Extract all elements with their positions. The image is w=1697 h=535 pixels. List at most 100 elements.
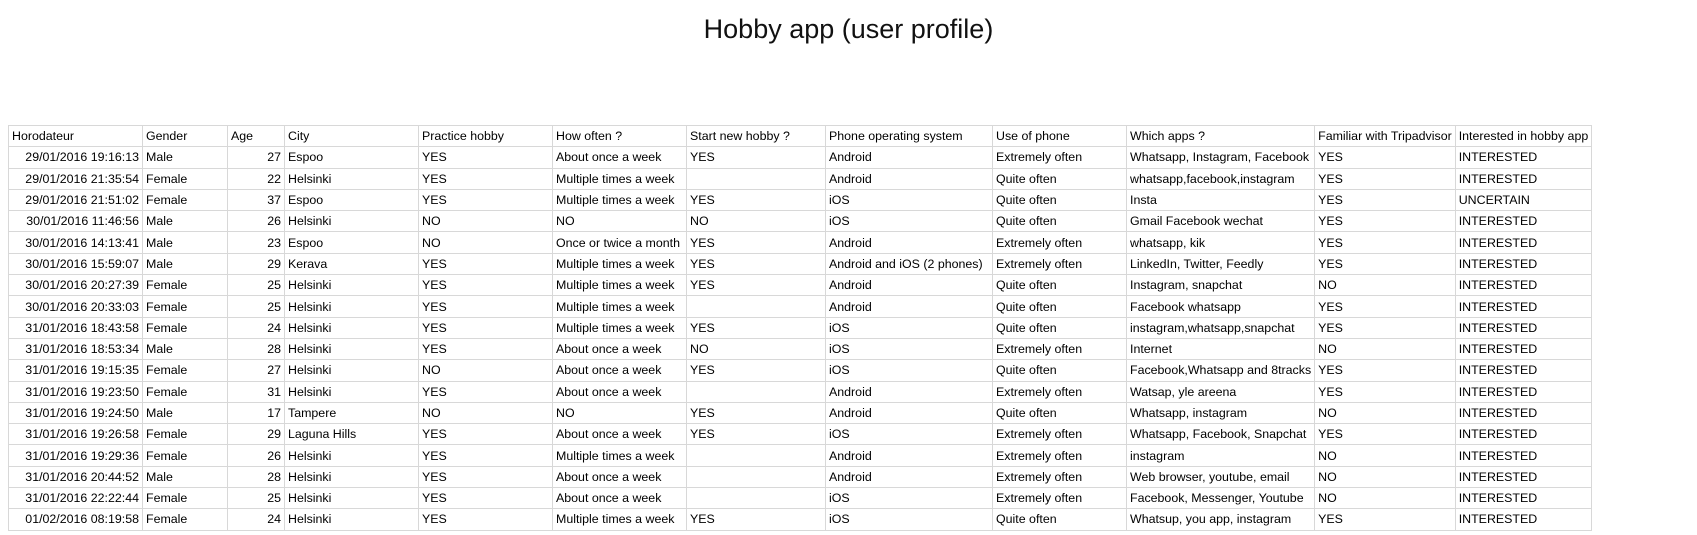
table-cell: Quite often — [992, 316, 1127, 339]
table-cell: Multiple times a week — [552, 295, 687, 318]
table-row: 31/01/2016 19:26:58 Female 29 Laguna Hills Y… — [8, 423, 1593, 446]
table-cell: Facebook,Whatsapp and 8tracks — [1125, 359, 1316, 382]
table-cell: NO — [418, 231, 553, 254]
table-cell: Quite often — [992, 401, 1127, 425]
table-cell: NO — [1314, 465, 1456, 489]
table-cell: Female — [142, 359, 228, 382]
table-cell: 28 — [227, 465, 285, 489]
table-cell: 25 — [227, 295, 285, 318]
table-cell: Female — [142, 508, 228, 531]
table-cell: 30/01/2016 20:33:03 — [8, 295, 143, 318]
table-row: 30/01/2016 15:59:07 Male 29 Kerava YES Multip… — [8, 252, 1593, 276]
table-cell: whatsapp,facebook,instagram — [1125, 167, 1316, 190]
table-cell: Helsinki — [284, 295, 419, 318]
table-cell — [686, 487, 826, 510]
table-cell: Helsinki — [284, 444, 419, 467]
table-cell: NO — [418, 401, 553, 425]
table-cell: YES — [686, 231, 826, 254]
table-cell: Android — [825, 167, 993, 190]
table-cell: YES — [686, 146, 826, 169]
table-cell: Laguna Hills — [284, 423, 419, 446]
table-cell: YES — [686, 359, 826, 382]
table-cell: 17 — [227, 401, 285, 425]
table-row: 30/01/2016 20:27:39 Female 25 Helsinki YES Mu… — [8, 274, 1593, 297]
table-cell: Extremely often — [992, 423, 1127, 446]
table-cell: NO — [552, 210, 687, 233]
table-cell: 27 — [227, 146, 285, 169]
table-cell: INTERESTED — [1454, 444, 1593, 467]
table-cell: INTERESTED — [1454, 146, 1593, 169]
table-cell: Multiple times a week — [552, 167, 687, 190]
table-cell: YES — [418, 316, 553, 339]
table-cell: Female — [142, 380, 228, 403]
table-cell: YES — [686, 252, 826, 276]
table-cell: NO — [1314, 274, 1456, 297]
column-header: Which apps ? — [1125, 124, 1316, 148]
table-cell: iOS — [825, 508, 993, 531]
table-cell: YES — [418, 188, 553, 212]
column-header: Interested in hobby app — [1454, 124, 1593, 148]
table-cell: Quite often — [992, 508, 1127, 531]
table-cell: 31/01/2016 22:22:44 — [8, 487, 143, 510]
table-row: 31/01/2016 19:15:35 Female 27 Helsinki NO Abo… — [8, 359, 1593, 382]
table-cell: Web browser, youtube, email — [1125, 465, 1316, 489]
table-cell: YES — [686, 274, 826, 297]
table-cell: YES — [418, 508, 553, 531]
table-cell: Facebook, Messenger, Youtube — [1125, 487, 1316, 510]
table-cell: iOS — [825, 423, 993, 446]
table-row: 30/01/2016 14:13:41 Male 23 Espoo NO Once or … — [8, 231, 1593, 254]
table-cell: 01/02/2016 08:19:58 — [8, 508, 143, 531]
table-cell: Watsap, yle areena — [1125, 380, 1316, 403]
table-cell: iOS — [825, 316, 993, 339]
table-cell: NO — [686, 337, 826, 361]
table-cell: YES — [418, 274, 553, 297]
column-header: Familiar with Tripadvisor — [1314, 124, 1456, 148]
table-cell: UNCERTAIN — [1454, 188, 1593, 212]
table-cell: Insta — [1125, 188, 1316, 212]
column-header: Use of phone — [992, 124, 1127, 148]
table-cell: NO — [1314, 444, 1456, 467]
table-row: 30/01/2016 11:46:56 Male 26 Helsinki NO NO NO i… — [8, 210, 1593, 233]
page-title: Hobby app (user profile) — [703, 14, 994, 44]
table-cell: iOS — [825, 188, 993, 212]
table-cell: instagram — [1125, 444, 1316, 467]
table-cell: YES — [1314, 295, 1456, 318]
table-cell: About once a week — [552, 423, 687, 446]
table-cell: Multiple times a week — [552, 274, 687, 297]
table-cell: 25 — [227, 274, 285, 297]
table-cell: Helsinki — [284, 337, 419, 361]
table-cell: Extremely often — [992, 487, 1127, 510]
table-cell: Quite often — [992, 295, 1127, 318]
table-cell: Espoo — [284, 146, 419, 169]
table-cell: INTERESTED — [1454, 508, 1593, 531]
table-cell: Helsinki — [284, 210, 419, 233]
table-cell: 26 — [227, 210, 285, 233]
table-cell: About once a week — [552, 380, 687, 403]
table-cell: About once a week — [552, 146, 687, 169]
table-cell: About once a week — [552, 465, 687, 489]
table-cell: YES — [418, 444, 553, 467]
table-cell: YES — [1314, 252, 1456, 276]
column-header: Phone operating system — [825, 124, 993, 148]
table-cell: Male — [142, 210, 228, 233]
column-header: Gender — [142, 124, 228, 148]
table-row: 31/01/2016 22:22:44 Female 25 Helsinki YES Ab… — [8, 487, 1593, 510]
table-cell: 31/01/2016 18:53:34 — [8, 337, 143, 361]
table-cell: INTERESTED — [1454, 359, 1593, 382]
table-cell — [686, 295, 826, 318]
table-cell: INTERESTED — [1454, 252, 1593, 276]
table-cell: Android — [825, 444, 993, 467]
table-cell: 30/01/2016 14:13:41 — [8, 231, 143, 254]
table-cell: YES — [686, 401, 826, 425]
table-cell: Extremely often — [992, 252, 1127, 276]
table-cell: Helsinki — [284, 380, 419, 403]
table-cell: 26 — [227, 444, 285, 467]
table-cell: INTERESTED — [1454, 274, 1593, 297]
table-cell: NO — [418, 359, 553, 382]
table-cell: 29 — [227, 252, 285, 276]
table-cell: NO — [418, 210, 553, 233]
table-cell: Once or twice a month — [552, 231, 687, 254]
table-cell: instagram,whatsapp,snapchat — [1125, 316, 1316, 339]
table-cell: LinkedIn, Twitter, Feedly — [1125, 252, 1316, 276]
table-cell: YES — [1314, 423, 1456, 446]
